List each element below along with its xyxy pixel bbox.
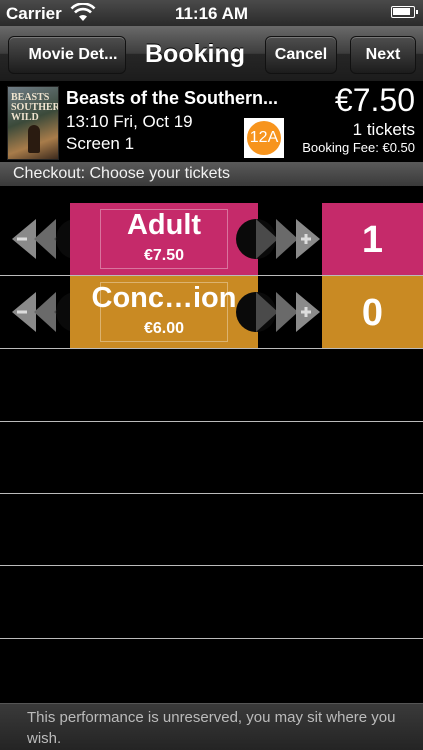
film-poster: BEASTS SOUTHERN WILD — [7, 86, 59, 160]
status-time: 11:16 AM — [174, 4, 249, 23]
poster-text: BEASTS SOUTHERN WILD — [11, 92, 58, 123]
ticket-type-name: Conc…ion — [91, 282, 237, 314]
navigation-bar: Movie Det... Booking Cancel Next — [0, 26, 423, 82]
status-bar: Carrier 11:16 AM — [0, 0, 423, 26]
ticket-type-price: €6.00 — [143, 320, 185, 337]
increment-adult-button[interactable] — [232, 217, 322, 261]
quantity-concession: 0 — [322, 276, 423, 348]
total-price: €7.50 — [334, 82, 415, 118]
quantity-value: 0 — [361, 292, 384, 334]
next-button[interactable]: Next — [350, 36, 416, 74]
film-screen: Screen 1 — [66, 134, 135, 153]
film-showtime: 13:10 Fri, Oct 19 — [66, 112, 193, 131]
row-divider — [0, 493, 423, 494]
booking-fee: Booking Fee: €0.50 — [302, 140, 415, 155]
cancel-button[interactable]: Cancel — [265, 36, 337, 74]
back-button[interactable]: Movie Det... — [8, 36, 126, 74]
increment-concession-button[interactable] — [232, 290, 322, 334]
unreserved-notice: This performance is unreserved, you may … — [0, 703, 423, 750]
rating-label: 12A — [247, 121, 281, 155]
battery-level — [393, 8, 410, 15]
film-title: Beasts of the Southern... — [66, 88, 279, 108]
ticket-type-price: €7.50 — [143, 247, 185, 264]
quantity-value: 1 — [361, 219, 384, 261]
rating-badge: 12A — [244, 118, 284, 158]
minus-icon — [17, 237, 27, 241]
ticket-row-concession: Conc…ion €6.00 0 — [0, 276, 423, 348]
row-divider — [0, 565, 423, 566]
ticket-type-name: Adult — [126, 209, 202, 241]
checkout-header: Checkout: Choose your tickets — [0, 162, 423, 186]
quantity-adult: 1 — [322, 203, 423, 275]
page-title: Booking — [145, 40, 245, 68]
battery-icon — [391, 6, 418, 18]
minus-icon — [17, 310, 27, 314]
ticket-type-adult: Adult €7.50 — [70, 203, 258, 275]
ticket-count: 1 tickets — [352, 120, 415, 139]
row-divider — [0, 638, 423, 639]
row-divider — [0, 348, 423, 349]
row-divider — [0, 421, 423, 422]
poster-figure — [28, 125, 40, 153]
ticket-row-adult: Adult €7.50 1 — [0, 203, 423, 275]
back-button-label: Movie Det... — [28, 46, 118, 63]
ticket-type-concession: Conc…ion €6.00 — [70, 276, 258, 348]
film-info-panel: BEASTS SOUTHERN WILD Beasts of the South… — [0, 82, 423, 162]
